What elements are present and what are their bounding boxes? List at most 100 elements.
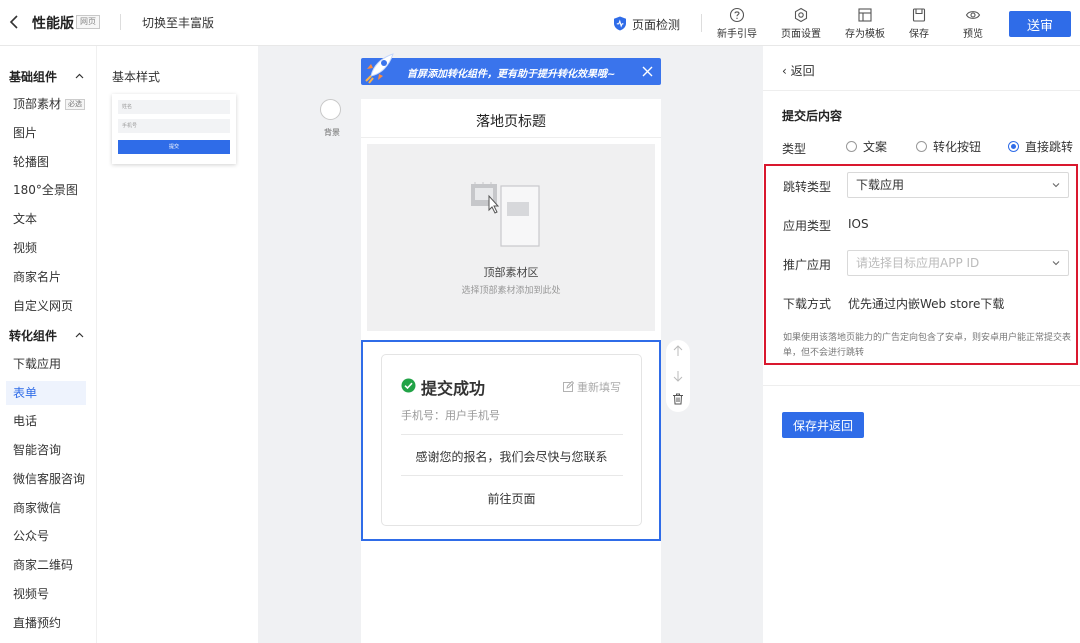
sidebar-item-panorama[interactable]: 180°全景图	[6, 178, 86, 202]
edition-title: 性能版	[32, 16, 74, 32]
save-icon	[912, 8, 926, 22]
trash-icon[interactable]	[672, 393, 684, 405]
radio-circle-icon	[846, 141, 857, 152]
jump-type-select[interactable]: 下载应用	[847, 172, 1069, 198]
top-material-area[interactable]: 顶部素材区 选择顶部素材添加到此处	[367, 144, 655, 331]
success-title: 提交成功	[421, 379, 486, 398]
promo-app-select[interactable]: 请选择目标应用APP ID	[847, 250, 1069, 276]
chevron-down-icon	[1052, 183, 1060, 188]
top-toolbar: 性能版 网页 切换至丰富版 页面检测 新手引导 页面设置 存为模板 保存 预览 …	[0, 0, 1080, 46]
page-type-tag: 网页	[76, 15, 100, 29]
section-title: 提交后内容	[782, 109, 843, 123]
sidebar-item-video[interactable]: 视频	[6, 236, 86, 260]
radio-label: 直接跳转	[1025, 140, 1074, 154]
radio-circle-icon	[916, 141, 927, 152]
top-material-label: 顶部素材区	[483, 266, 539, 279]
promo-app-label: 推广应用	[783, 258, 832, 272]
page-title[interactable]: 落地页标题	[361, 111, 661, 131]
back-chevron-icon[interactable]	[8, 14, 20, 30]
sidebar-item-official-account[interactable]: 公众号	[6, 524, 86, 548]
page-check-button[interactable]: 页面检测	[632, 16, 680, 33]
radio-label: 转化按钮	[933, 140, 982, 154]
submit-success-card: 提交成功 重新填写 手机号：用户手机号 感谢您的报名，我们会尽快与您联系 前往页…	[381, 354, 642, 526]
sidebar-item-merchant-wechat[interactable]: 商家微信	[6, 496, 86, 520]
shield-check-icon[interactable]	[613, 16, 627, 31]
title-divider	[361, 137, 661, 138]
download-method-label: 下载方式	[783, 297, 832, 311]
chevron-down-icon	[1052, 261, 1060, 266]
sidebar-item-wechat-service[interactable]: 微信客服咨询	[6, 467, 86, 491]
save-label: 保存	[909, 29, 929, 40]
radio-convert-button[interactable]: 转化按钮	[916, 138, 981, 155]
radio-label: 文案	[863, 140, 888, 154]
sidebar-item-phone[interactable]: 电话	[6, 409, 86, 433]
radio-copywriting[interactable]: 文案	[846, 138, 887, 155]
switch-edition-link[interactable]: 切换至丰富版	[142, 14, 214, 31]
arrow-up-icon[interactable]	[672, 345, 684, 357]
back-button[interactable]: ‹ 返回	[782, 62, 815, 79]
close-icon[interactable]	[641, 65, 654, 78]
phone-summary: 手机号：用户手机号	[401, 409, 500, 422]
group-basic-components[interactable]: 基础组件	[9, 68, 57, 85]
sidebar-item-download-app[interactable]: 下载应用	[6, 352, 86, 376]
goto-page-button[interactable]: 前往页面	[382, 490, 641, 507]
sidebar-item-video-channel[interactable]: 视频号	[6, 582, 86, 606]
arrow-down-icon[interactable]	[672, 370, 684, 382]
save-button[interactable]: 保存	[894, 7, 944, 40]
app-type-value: IOS	[848, 217, 869, 231]
save-and-return-button[interactable]: 保存并返回	[782, 412, 864, 438]
sidebar-item-smart-consult[interactable]: 智能咨询	[6, 438, 86, 462]
component-action-bar	[666, 340, 690, 412]
submit-review-button[interactable]: 送审	[1009, 11, 1071, 37]
style-panel-title: 基本样式	[112, 70, 161, 84]
sidebar-item-top-material[interactable]: 顶部素材 必选	[6, 92, 86, 116]
required-badge: 必选	[65, 99, 86, 110]
landing-page-preview: 落地页标题 顶部素材区 选择顶部素材添加到此处 提交成功 重新填写 手机号：用户…	[361, 99, 661, 643]
tip-banner: 首屏添加转化组件，更有助于提升转化效果哦~	[361, 58, 661, 85]
preview-button[interactable]: 预览	[948, 7, 998, 40]
android-note: 如果使用该落地页能力的广告定向包含了安卓，则安卓用户能正常提交表单，但不会进行跳…	[783, 333, 1072, 358]
page-settings-button[interactable]: 页面设置	[776, 7, 826, 40]
success-check-icon	[401, 378, 416, 393]
guide-button[interactable]: 新手引导	[712, 7, 762, 40]
sidebar-item-business-card[interactable]: 商家名片	[6, 265, 86, 289]
selected-form-component[interactable]: 提交成功 重新填写 手机号：用户手机号 感谢您的报名，我们会尽快与您联系 前往页…	[361, 340, 661, 541]
card-divider	[401, 434, 623, 435]
background-color-picker[interactable]	[320, 99, 341, 120]
form-style-thumbnail[interactable]: 姓名 手机号 提交	[112, 94, 236, 164]
settings-hexagon-icon	[794, 7, 808, 23]
thanks-message: 感谢您的报名，我们会尽快与您联系	[415, 450, 608, 464]
jump-type-label: 跳转类型	[783, 180, 832, 194]
sidebar-item-image[interactable]: 图片	[6, 121, 86, 145]
save-template-button[interactable]: 存为模板	[840, 7, 890, 40]
page-settings-label: 页面设置	[781, 29, 821, 40]
background-label: 背景	[324, 128, 340, 137]
sidebar-item-custom-web[interactable]: 自定义网页	[6, 294, 86, 318]
style-panel: 基本样式 姓名 手机号 提交	[96, 46, 258, 643]
card-divider	[401, 475, 623, 476]
chevron-up-icon[interactable]	[75, 73, 84, 79]
radio-checked-icon	[1008, 141, 1019, 152]
thumb-name-field: 姓名	[118, 100, 230, 114]
chevron-up-icon[interactable]	[75, 332, 84, 338]
top-material-hint: 选择顶部素材添加到此处	[461, 286, 561, 296]
sidebar-item-label: 顶部素材	[13, 97, 62, 111]
sidebar-item-merchant-qrcode[interactable]: 商家二维码	[6, 553, 86, 577]
sidebar-item-live-booking[interactable]: 直播预约	[6, 611, 86, 635]
preview-label: 预览	[963, 29, 983, 40]
refill-label: 重新填写	[577, 381, 621, 394]
sidebar-item-form[interactable]: 表单	[6, 381, 86, 405]
thumb-phone-field: 手机号	[118, 119, 230, 133]
header-divider	[120, 14, 121, 30]
header-divider	[701, 14, 702, 32]
thumb-submit-button: 提交	[118, 140, 230, 154]
group-conversion-components[interactable]: 转化组件	[9, 327, 57, 344]
tip-banner-text: 首屏添加转化组件，更有助于提升转化效果哦~	[407, 69, 616, 80]
type-label: 类型	[782, 142, 807, 156]
save-template-label: 存为模板	[845, 29, 885, 40]
sidebar-item-carousel[interactable]: 轮播图	[6, 150, 86, 174]
sidebar-item-text[interactable]: 文本	[6, 207, 86, 231]
radio-direct-jump[interactable]: 直接跳转	[1008, 138, 1073, 155]
highlight-box: 跳转类型 下载应用 应用类型 IOS 推广应用 请选择目标应用APP ID 下载…	[764, 164, 1078, 365]
refill-button[interactable]: 重新填写	[563, 379, 621, 395]
